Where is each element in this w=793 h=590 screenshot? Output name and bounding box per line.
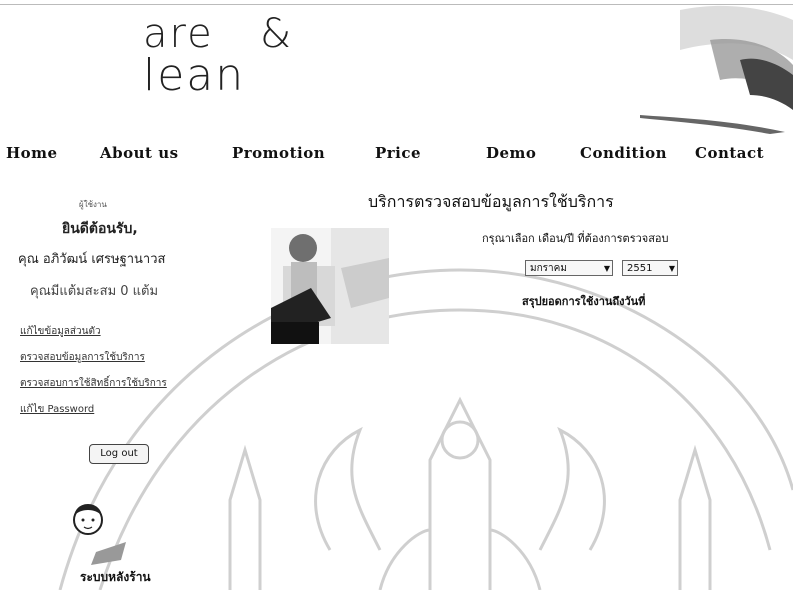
- nav-condition[interactable]: Condition: [580, 144, 667, 162]
- backoffice-avatar-icon[interactable]: [66, 490, 136, 570]
- page-title: บริการตรวจสอบข้อมูลการใช้บริการ: [368, 192, 614, 211]
- points-balance: คุณมีแต้มสะสม 0 แต้ม: [30, 284, 159, 299]
- link-change-password[interactable]: แก้ไข Password: [20, 402, 94, 417]
- month-select-value: มกราคม: [530, 263, 567, 274]
- instruction-text: กรุณาเลือก เดือน/ปี ที่ต้องการตรวจสอบ: [482, 232, 669, 245]
- nav-about-us[interactable]: About us: [100, 144, 179, 162]
- month-select[interactable]: มกราคม ▼: [525, 260, 613, 276]
- usage-summary-link[interactable]: สรุปยอดการใช้งานถึงวันที่: [522, 292, 645, 310]
- logo-text-line1: are: [143, 11, 214, 57]
- left-sidebar: ผู้ใช้งาน ยินดีต้อนรับ, คุณ อภิวัฒน์ เศร…: [0, 170, 200, 590]
- link-edit-profile[interactable]: แก้ไขข้อมูลส่วนตัว: [20, 324, 101, 339]
- nav-home[interactable]: Home: [6, 144, 58, 162]
- backoffice-label[interactable]: ระบบหลังร้าน: [80, 568, 151, 587]
- chevron-down-icon: ▼: [668, 264, 675, 273]
- user-photo: [271, 228, 389, 344]
- chevron-down-icon: ▼: [603, 264, 610, 273]
- logout-button[interactable]: Log out: [89, 444, 149, 464]
- welcome-text: ยินดีต้อนรับ,: [62, 221, 138, 237]
- nav-price[interactable]: Price: [375, 144, 421, 162]
- nav-contact[interactable]: Contact: [695, 144, 764, 162]
- user-status-label: ผู้ใช้งาน: [79, 200, 107, 209]
- header: are & lean: [0, 0, 793, 140]
- user-full-name: คุณ อภิวัฒน์ เศรษฐานาวส: [18, 252, 166, 267]
- link-check-rights[interactable]: ตรวจสอบการใช้สิทธิ์การใช้บริการ: [20, 376, 167, 391]
- header-decoration-image: [640, 5, 793, 134]
- main-navigation: Home About us Promotion Price Demo Condi…: [0, 144, 793, 166]
- year-select[interactable]: 2551 ▼: [622, 260, 678, 276]
- logo-text-line2: lean: [143, 50, 246, 101]
- nav-promotion[interactable]: Promotion: [232, 144, 325, 162]
- nav-demo[interactable]: Demo: [486, 144, 536, 162]
- page: are & lean Home About us Promotion Price…: [0, 0, 793, 590]
- link-check-usage[interactable]: ตรวจสอบข้อมูลการใช้บริการ: [20, 350, 145, 365]
- year-select-value: 2551: [627, 263, 653, 274]
- logo-ampersand: &: [260, 11, 294, 57]
